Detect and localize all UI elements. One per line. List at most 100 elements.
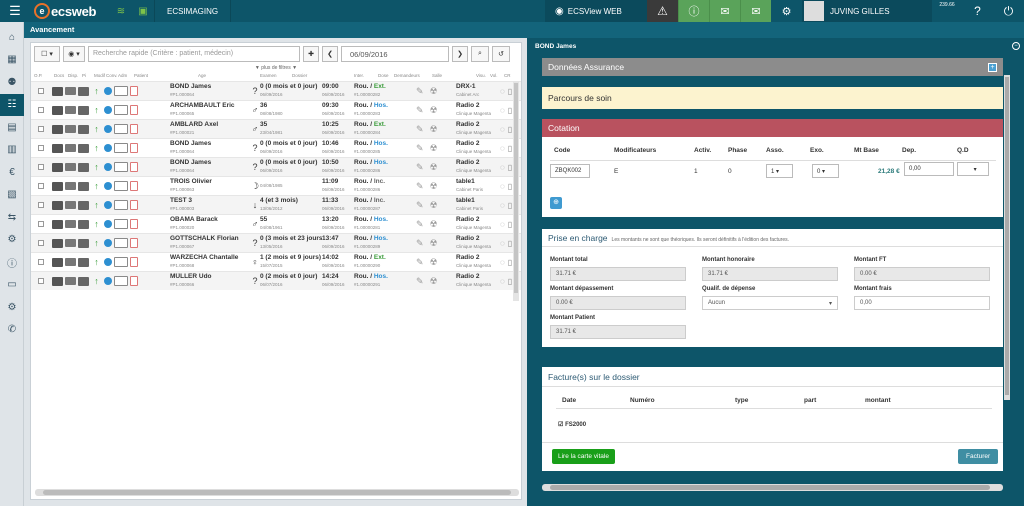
injection-icon[interactable]: ✎ bbox=[416, 124, 424, 135]
add-button[interactable]: ✚ bbox=[303, 46, 319, 62]
barcode-icon[interactable] bbox=[65, 201, 76, 209]
user-icon[interactable] bbox=[104, 220, 112, 228]
column-header[interactable]: Dose bbox=[378, 73, 394, 81]
lock-icon[interactable]: ▯ bbox=[508, 106, 512, 115]
injection-icon[interactable]: ✎ bbox=[416, 257, 424, 268]
table-row[interactable]: ↑ TEST 3 #P1.000003 ↓ 4 (et 3 mois) 13/0… bbox=[31, 195, 521, 214]
view-icon[interactable]: ◌ bbox=[500, 277, 505, 286]
table-row[interactable]: ↑ BOND James #P1.000064 ? 0 (0 mois et 0… bbox=[31, 157, 521, 176]
view-icon[interactable]: ◌ bbox=[500, 201, 505, 210]
print-icon[interactable] bbox=[78, 124, 89, 134]
documents-icon[interactable] bbox=[52, 200, 63, 210]
patient-cell[interactable]: BOND James #P1.000064 bbox=[170, 140, 250, 156]
column-header[interactable]: CR bbox=[504, 73, 514, 81]
row-checkbox[interactable] bbox=[38, 240, 44, 246]
warning-icon[interactable]: ⚠ bbox=[647, 0, 678, 22]
ecsview-button[interactable]: ◉ ECSView WEB bbox=[545, 0, 647, 22]
help-icon[interactable]: ? bbox=[962, 0, 993, 22]
lock-icon[interactable]: ▯ bbox=[508, 125, 512, 134]
sidebar-messages-icon[interactable]: ✆ bbox=[0, 319, 24, 342]
document-icon[interactable] bbox=[130, 124, 138, 134]
lock-icon[interactable]: ▯ bbox=[508, 163, 512, 172]
document-icon[interactable] bbox=[130, 86, 138, 96]
row-checkbox[interactable] bbox=[38, 221, 44, 227]
document-icon[interactable] bbox=[130, 143, 138, 153]
document-icon[interactable] bbox=[130, 105, 138, 115]
column-header[interactable]: Vol. bbox=[490, 73, 504, 81]
exo-select[interactable]: 0 ▾ bbox=[812, 164, 839, 178]
print-icon[interactable] bbox=[78, 162, 89, 172]
search-button[interactable]: ⌕ bbox=[471, 46, 489, 62]
documents-icon[interactable] bbox=[52, 143, 63, 153]
table-row[interactable]: ↑ AMBLARD Axel #P1.000021 ♂ 35 23/04/198… bbox=[31, 119, 521, 138]
documents-icon[interactable] bbox=[52, 276, 63, 286]
dep-input[interactable]: 0,00 bbox=[904, 162, 954, 176]
row-checkbox[interactable] bbox=[38, 88, 44, 94]
table-row[interactable]: ↑ BOND James #P1.000064 ? 0 (0 mois et 0… bbox=[31, 138, 521, 157]
sidebar-tools-icon[interactable]: ⚙ bbox=[0, 229, 24, 252]
arrow-icon[interactable]: ↑ bbox=[91, 238, 102, 248]
lock-icon[interactable]: ▯ bbox=[508, 220, 512, 229]
patient-cell[interactable]: OBAMA Barack #P1.000020 bbox=[170, 216, 250, 232]
barcode-icon[interactable] bbox=[65, 144, 76, 152]
documents-icon[interactable] bbox=[52, 105, 63, 115]
print-icon[interactable] bbox=[78, 200, 89, 210]
comment-icon[interactable] bbox=[114, 276, 128, 286]
column-header[interactable]: Salle bbox=[432, 73, 476, 81]
documents-icon[interactable] bbox=[52, 238, 63, 248]
qualif-select[interactable]: Aucun ▾ bbox=[702, 296, 838, 310]
view-icon[interactable]: ◌ bbox=[500, 87, 505, 96]
row-checkbox[interactable] bbox=[38, 126, 44, 132]
column-header[interactable]: Pi bbox=[82, 73, 94, 81]
printer-icon[interactable]: ▣ bbox=[132, 0, 154, 22]
alert-icon[interactable]: ⓘ bbox=[678, 0, 709, 22]
date-field[interactable]: 06/09/2016 bbox=[341, 46, 449, 62]
patient-cell[interactable]: MÜLLER Udo #P1.000066 bbox=[170, 273, 250, 289]
patient-cell[interactable]: ARCHAMBAULT Eric #P1.000065 bbox=[170, 102, 250, 118]
radiation-icon[interactable]: ☢ bbox=[430, 86, 438, 97]
sidebar-screen-icon[interactable]: ▭ bbox=[0, 274, 24, 297]
documents-icon[interactable] bbox=[52, 257, 63, 267]
radiation-icon[interactable]: ☢ bbox=[430, 257, 438, 268]
comment-icon[interactable] bbox=[114, 86, 128, 96]
code-field[interactable]: ZBQK002 bbox=[550, 164, 590, 178]
injection-icon[interactable]: ✎ bbox=[416, 143, 424, 154]
radiation-icon[interactable]: ☢ bbox=[430, 219, 438, 230]
column-header[interactable]: O.P. bbox=[34, 73, 54, 81]
user-icon[interactable] bbox=[104, 163, 112, 171]
view-icon[interactable]: ◌ bbox=[500, 106, 505, 115]
table-row[interactable]: ↑ GOTTSCHALK Florian #P1.000067 ? 0 (3 m… bbox=[31, 233, 521, 252]
prev-day-button[interactable]: ❮ bbox=[322, 46, 338, 62]
sidebar-documents-icon[interactable]: ▤ bbox=[0, 116, 24, 139]
column-header[interactable]: Dossier bbox=[292, 73, 354, 81]
more-filters-link[interactable]: ▼ plus de filtres ▼ bbox=[31, 65, 521, 73]
barcode-icon[interactable] bbox=[65, 87, 76, 95]
injection-icon[interactable]: ✎ bbox=[416, 181, 424, 192]
right-horizontal-scrollbar[interactable] bbox=[542, 484, 1003, 491]
user-icon[interactable] bbox=[104, 277, 112, 285]
user-icon[interactable] bbox=[104, 201, 112, 209]
column-header[interactable]: Visu. bbox=[476, 73, 490, 81]
comment-icon[interactable] bbox=[114, 257, 128, 267]
sidebar-info-icon[interactable]: ⓘ bbox=[0, 251, 24, 274]
table-row[interactable]: ↑ MÜLLER Udo #P1.000066 ? 0 (2 mois et 0… bbox=[31, 271, 521, 290]
arrow-icon[interactable]: ↑ bbox=[91, 276, 102, 286]
radiation-icon[interactable]: ☢ bbox=[430, 124, 438, 135]
column-header[interactable]: Patient bbox=[134, 73, 198, 81]
arrow-icon[interactable]: ↑ bbox=[91, 257, 102, 267]
document-icon[interactable] bbox=[130, 162, 138, 172]
mail-icon[interactable]: ✉ bbox=[740, 0, 771, 22]
user-icon[interactable] bbox=[104, 239, 112, 247]
document-icon[interactable] bbox=[130, 181, 138, 191]
print-icon[interactable] bbox=[78, 276, 89, 286]
print-icon[interactable] bbox=[78, 181, 89, 191]
arrow-icon[interactable]: ↑ bbox=[91, 181, 102, 191]
sidebar-home-icon[interactable]: ⌂ bbox=[0, 26, 24, 49]
sidebar-billing-icon[interactable]: € bbox=[0, 161, 24, 184]
user-icon[interactable] bbox=[104, 106, 112, 114]
document-icon[interactable] bbox=[130, 276, 138, 286]
document-icon[interactable] bbox=[130, 219, 138, 229]
column-header[interactable]: Conv. bbox=[106, 73, 118, 81]
radiation-icon[interactable]: ☢ bbox=[430, 143, 438, 154]
add-act-button[interactable]: ⊕ bbox=[550, 197, 562, 209]
